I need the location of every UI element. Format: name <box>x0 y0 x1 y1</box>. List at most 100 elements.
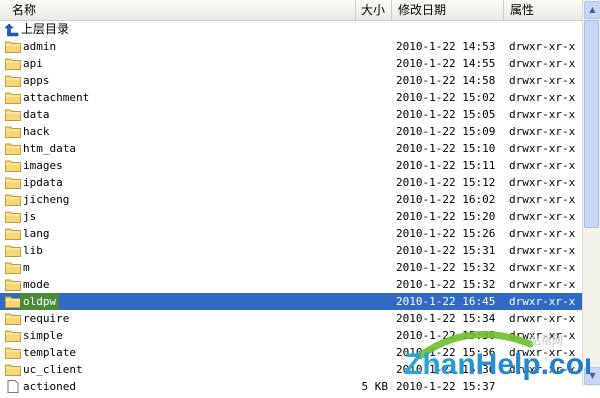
file-permissions: drwxr-xr-x <box>509 57 576 70</box>
file-row[interactable]: mode 2010-1-22 15:32 drwxr-xr-x <box>0 276 582 293</box>
file-name: admin <box>23 40 57 53</box>
file-row[interactable]: require 2010-1-22 15:34 drwxr-xr-x <box>0 310 582 327</box>
folder-icon <box>5 125 21 138</box>
file-row[interactable]: htm_data 2010-1-22 15:10 drwxr-xr-x <box>0 140 582 157</box>
file-name: m <box>23 261 30 274</box>
file-name: template <box>23 346 76 359</box>
file-modified-date: 2010-1-22 15:11 <box>396 159 496 172</box>
file-modified-date: 2010-1-22 14:55 <box>396 57 496 70</box>
folder-icon <box>5 142 21 155</box>
folder-icon <box>5 261 21 274</box>
file-row[interactable]: apps 2010-1-22 14:58 drwxr-xr-x <box>0 72 582 89</box>
file-row[interactable]: oldpw 2010-1-22 16:45 drwxr-xr-x <box>0 293 582 310</box>
file-row[interactable]: uc_client 2010-1-22 15:36 drwxr-xr-x <box>0 361 582 378</box>
file-row[interactable]: lib 2010-1-22 15:31 drwxr-xr-x <box>0 242 582 259</box>
file-permissions: drwxr-xr-x <box>509 108 576 121</box>
parent-directory-label: 上层目录 <box>21 22 70 36</box>
file-name: attachment <box>23 91 90 104</box>
file-name: lang <box>23 227 50 240</box>
file-permissions: drwxr-xr-x <box>509 142 576 155</box>
file-row[interactable]: hack 2010-1-22 15:09 drwxr-xr-x <box>0 123 582 140</box>
scroll-thumb[interactable] <box>584 20 599 228</box>
file-name: oldpw <box>20 293 60 310</box>
column-header-size[interactable]: 大小 <box>356 0 392 20</box>
file-modified-date: 2010-1-22 15:36 <box>396 329 496 342</box>
file-name: mode <box>23 278 50 291</box>
folder-icon <box>5 193 21 206</box>
parent-directory-row[interactable]: 上层目录 <box>0 21 582 38</box>
folder-icon <box>5 108 21 121</box>
folder-icon <box>5 295 21 308</box>
file-modified-date: 2010-1-22 15:36 <box>396 363 496 376</box>
file-row[interactable]: attachment 2010-1-22 15:02 drwxr-xr-x <box>0 89 582 106</box>
file-modified-date: 2010-1-22 15:36 <box>396 346 496 359</box>
folder-icon <box>5 227 21 240</box>
file-permissions: drwxr-xr-x <box>509 159 576 172</box>
folder-icon <box>5 346 21 359</box>
file-permissions: drwxr-xr-x <box>509 329 576 342</box>
file-modified-date: 2010-1-22 15:31 <box>396 244 496 257</box>
folder-icon <box>5 210 21 223</box>
file-row[interactable]: simple 2010-1-22 15:36 drwxr-xr-x <box>0 327 582 344</box>
file-name: uc_client <box>23 363 83 376</box>
file-name: actioned <box>23 380 76 393</box>
file-row[interactable]: jicheng 2010-1-22 16:02 drwxr-xr-x <box>0 191 582 208</box>
file-name: hack <box>23 125 50 138</box>
file-permissions: drwxr-xr-x <box>509 210 576 223</box>
file-row[interactable]: api 2010-1-22 14:55 drwxr-xr-x <box>0 55 582 72</box>
file-permissions: drwxr-xr-x <box>509 278 576 291</box>
file-row[interactable]: lang 2010-1-22 15:26 drwxr-xr-x <box>0 225 582 242</box>
file-permissions: drwxr-xr-x <box>509 346 576 359</box>
folder-icon <box>5 329 21 342</box>
file-permissions: drwxr-xr-x <box>509 261 576 274</box>
file-row[interactable]: ipdata 2010-1-22 15:12 drwxr-xr-x <box>0 174 582 191</box>
file-permissions: drwxr-xr-x <box>509 312 576 325</box>
file-name: api <box>23 57 43 70</box>
file-name: simple <box>23 329 63 342</box>
file-row[interactable]: actioned 5 KB 2010-1-22 15:37 <box>0 378 582 395</box>
file-modified-date: 2010-1-22 15:12 <box>396 176 496 189</box>
folder-icon <box>5 74 21 87</box>
file-size: 5 KB <box>361 380 389 393</box>
scroll-down-button[interactable]: ▼ <box>584 367 600 385</box>
file-row[interactable]: images 2010-1-22 15:11 drwxr-xr-x <box>0 157 582 174</box>
column-header-date[interactable]: 修改日期 <box>392 0 504 20</box>
vertical-scrollbar[interactable]: ▲ ▼ <box>582 0 600 386</box>
folder-icon <box>5 363 21 376</box>
folder-icon <box>5 91 21 104</box>
file-modified-date: 2010-1-22 15:26 <box>396 227 496 240</box>
file-permissions: drwxr-xr-x <box>509 74 576 87</box>
column-header-name[interactable]: 名称 <box>0 0 356 20</box>
file-permissions: drwxr-xr-x <box>509 295 576 308</box>
file-permissions: drwxr-xr-x <box>509 40 576 53</box>
file-name: ipdata <box>23 176 63 189</box>
file-permissions: drwxr-xr-x <box>509 193 576 206</box>
file-name: jicheng <box>23 193 70 206</box>
file-name: apps <box>23 74 50 87</box>
file-permissions: drwxr-xr-x <box>509 244 576 257</box>
scroll-up-button[interactable]: ▲ <box>584 1 600 19</box>
folder-icon <box>5 312 21 325</box>
file-name: require <box>23 312 70 325</box>
folder-icon <box>5 176 21 189</box>
folder-icon <box>5 40 21 53</box>
file-modified-date: 2010-1-22 15:34 <box>396 312 496 325</box>
file-name: lib <box>23 244 43 257</box>
file-row[interactable]: template 2010-1-22 15:36 drwxr-xr-x <box>0 344 582 361</box>
file-modified-date: 2010-1-22 15:10 <box>396 142 496 155</box>
folder-icon <box>5 159 21 172</box>
file-modified-date: 2010-1-22 15:09 <box>396 125 496 138</box>
column-header-attributes[interactable]: 属性 <box>504 0 582 20</box>
file-row[interactable]: js 2010-1-22 15:20 drwxr-xr-x <box>0 208 582 225</box>
file-modified-date: 2010-1-22 16:45 <box>396 295 496 308</box>
file-permissions: drwxr-xr-x <box>509 363 576 376</box>
file-row[interactable]: data 2010-1-22 15:05 drwxr-xr-x <box>0 106 582 123</box>
file-modified-date: 2010-1-22 15:32 <box>396 278 496 291</box>
folder-icon <box>5 57 21 70</box>
file-modified-date: 2010-1-22 15:37 <box>396 380 496 393</box>
up-arrow-icon <box>4 23 21 37</box>
file-row[interactable]: admin 2010-1-22 14:53 drwxr-xr-x <box>0 38 582 55</box>
file-row[interactable]: m 2010-1-22 15:32 drwxr-xr-x <box>0 259 582 276</box>
file-modified-date: 2010-1-22 16:02 <box>396 193 496 206</box>
file-modified-date: 2010-1-22 14:53 <box>396 40 496 53</box>
